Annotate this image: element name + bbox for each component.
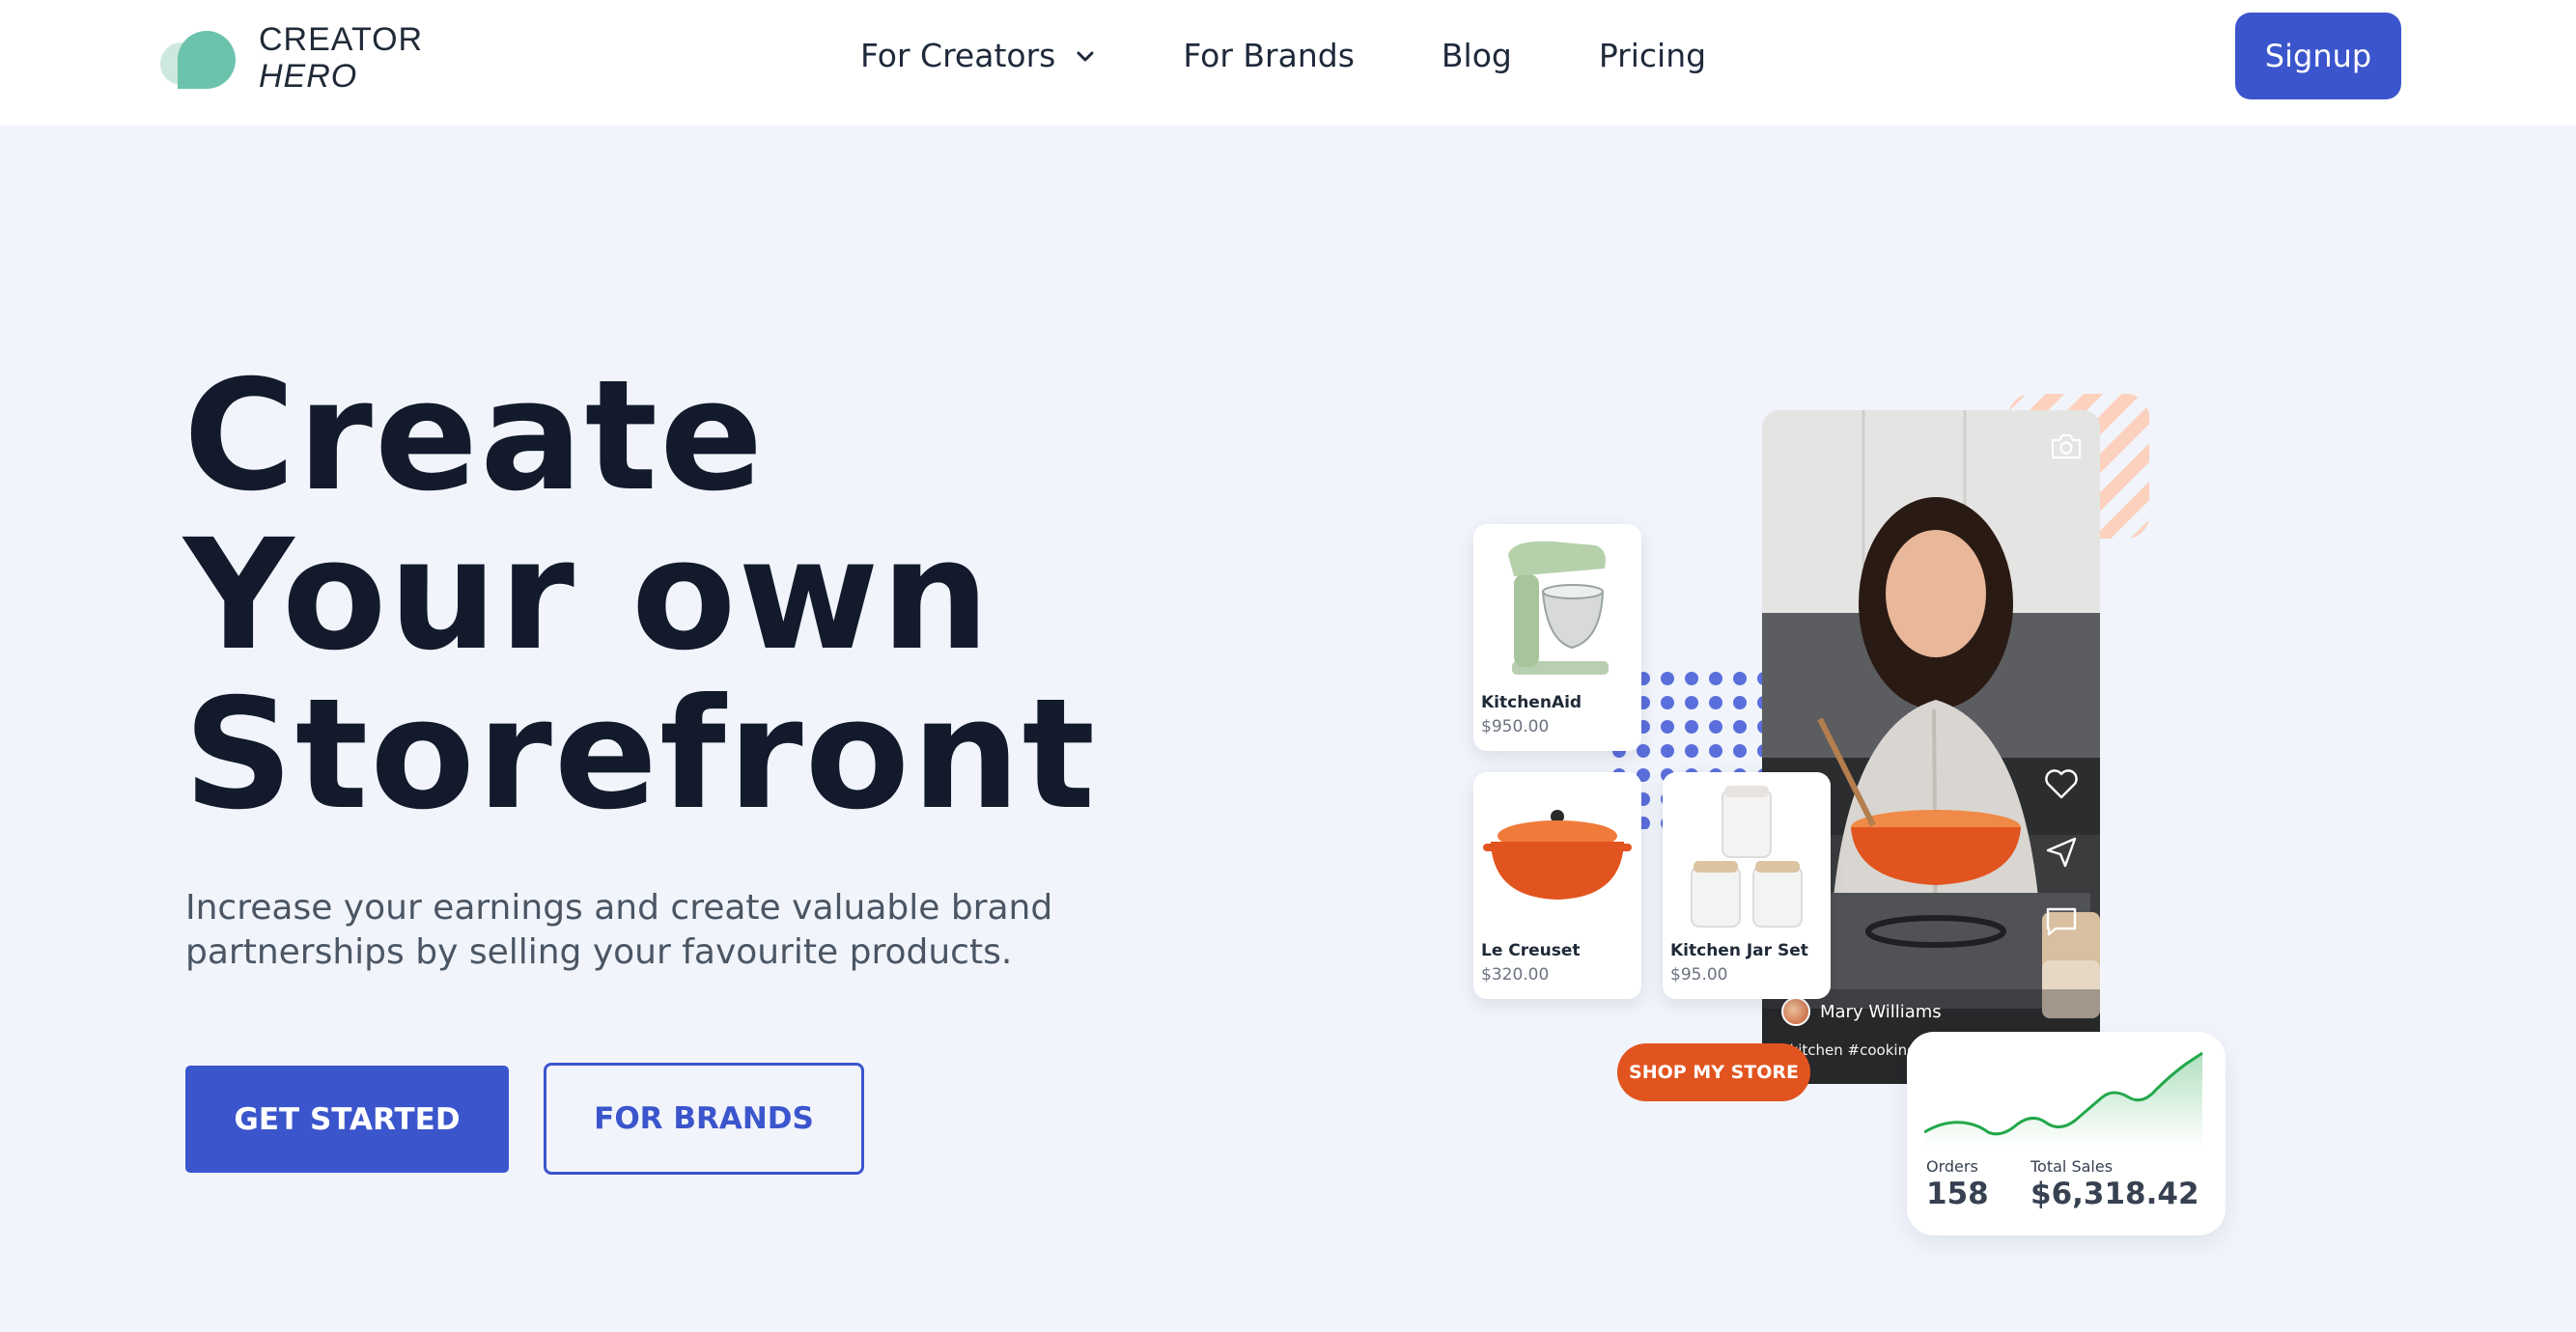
jar-set-image xyxy=(1691,786,1803,928)
for-brands-button[interactable]: FOR BRANDS xyxy=(544,1063,864,1175)
logo-line-2: HERO xyxy=(259,58,358,95)
product-price: $320.00 xyxy=(1481,965,1550,985)
nav-links: For Creators For Brands Blog Pricing xyxy=(860,0,1706,111)
hero-title-line-1: Create xyxy=(183,347,766,525)
nav-for-brands[interactable]: For Brands xyxy=(1183,37,1355,74)
logo-text: CREATOR HERO xyxy=(259,21,423,95)
send-icon[interactable] xyxy=(2044,835,2079,870)
product-name: Kitchen Jar Set xyxy=(1670,941,1808,960)
orders-label: Orders xyxy=(1926,1157,1978,1176)
hero-title: Create Your own Storefront xyxy=(183,357,1097,835)
creator-name: Mary Williams xyxy=(1820,1001,1942,1022)
nav-for-creators-label: For Creators xyxy=(860,37,1056,74)
nav-blog[interactable]: Blog xyxy=(1442,37,1512,74)
top-nav: CREATOR HERO For Creators For Brands Blo… xyxy=(0,0,2576,125)
hero-subtitle: Increase your earnings and create valuab… xyxy=(185,888,1053,972)
hero-title-line-3: Storefront xyxy=(183,666,1098,844)
comment-icon[interactable] xyxy=(2044,904,2079,939)
product-name: Le Creuset xyxy=(1481,941,1581,960)
logo-line-1: CREATOR xyxy=(259,21,424,58)
avatar xyxy=(1781,997,1810,1026)
camera-icon[interactable] xyxy=(2050,431,2083,460)
get-started-button[interactable]: GET STARTED xyxy=(185,1066,509,1173)
sales-trend-chart xyxy=(1924,1051,2203,1146)
nav-pricing[interactable]: Pricing xyxy=(1599,37,1706,74)
signup-button[interactable]: Signup xyxy=(2235,13,2401,99)
product-name: KitchenAid xyxy=(1481,693,1582,712)
product-card-kitchenaid[interactable]: KitchenAid $950.00 xyxy=(1473,524,1641,751)
product-price: $950.00 xyxy=(1481,717,1550,736)
chevron-down-icon xyxy=(1077,51,1094,61)
logo[interactable]: CREATOR HERO xyxy=(160,21,423,98)
stand-mixer-image xyxy=(1508,541,1609,675)
product-card-le-creuset[interactable]: Le Creuset $320.00 xyxy=(1473,772,1641,999)
orders-value: 158 xyxy=(1926,1177,1989,1211)
product-card-kitchen-jar-set[interactable]: Kitchen Jar Set $95.00 xyxy=(1663,772,1831,999)
total-sales-value: $6,318.42 xyxy=(2030,1177,2199,1211)
logo-mark-icon xyxy=(160,31,236,89)
hero-title-line-2: Your own xyxy=(183,507,992,684)
nav-for-creators[interactable]: For Creators xyxy=(860,37,1096,74)
sales-stats-card: Orders 158 Total Sales $6,318.42 xyxy=(1907,1032,2226,1235)
heart-icon[interactable] xyxy=(2044,767,2079,800)
creator-info: Mary Williams xyxy=(1781,997,1942,1026)
total-sales-label: Total Sales xyxy=(2030,1157,2114,1176)
product-price: $95.00 xyxy=(1670,965,1728,985)
shop-my-store-button[interactable]: SHOP MY STORE xyxy=(1617,1043,1810,1101)
dutch-oven-image xyxy=(1483,810,1632,900)
